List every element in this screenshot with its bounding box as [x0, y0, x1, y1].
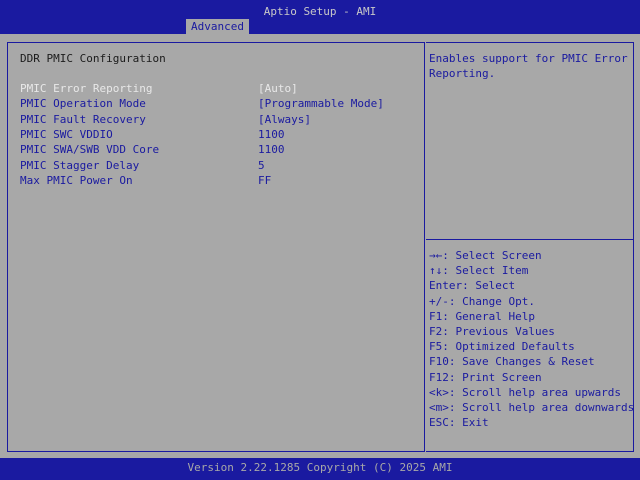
- key-exit: ESC: Exit: [429, 416, 489, 430]
- settings-pane: DDR PMIC Configuration PMIC Error Report…: [7, 42, 425, 452]
- setting-label: PMIC Fault Recovery: [20, 112, 146, 126]
- key-select-item: ↑↓: Select Item: [429, 264, 529, 278]
- key-scroll-up: <k>: Scroll help area upwards: [429, 385, 622, 399]
- setting-pmic-swc-vddio[interactable]: PMIC SWC VDDIO 1100: [20, 127, 420, 142]
- setting-pmic-fault-recovery[interactable]: PMIC Fault Recovery [Always]: [20, 112, 420, 127]
- copyright-text: Version 2.22.1285 Copyright (C) 2025 AMI: [187, 461, 453, 474]
- title-bar: Aptio Setup - AMI Advanced: [0, 0, 640, 34]
- key-change-opt: +/-: Change Opt.: [429, 294, 535, 308]
- setting-label: PMIC Operation Mode: [20, 97, 146, 111]
- window-title: Aptio Setup - AMI: [263, 5, 377, 18]
- setting-label: Max PMIC Power On: [20, 173, 133, 187]
- setting-value[interactable]: [Auto]: [258, 81, 298, 96]
- setting-value[interactable]: 1100: [258, 127, 285, 142]
- tab-advanced[interactable]: Advanced: [186, 19, 249, 34]
- setting-value[interactable]: FF: [258, 173, 271, 188]
- key-optimized-defaults: F5: Optimized Defaults: [429, 340, 575, 354]
- key-enter-select: Enter: Select: [429, 279, 516, 293]
- footer-bar: Version 2.22.1285 Copyright (C) 2025 AMI: [0, 458, 640, 480]
- bios-setup-screen: Aptio Setup - AMI Advanced DDR PMIC Conf…: [0, 0, 640, 480]
- setting-pmic-operation-mode[interactable]: PMIC Operation Mode [Programmable Mode]: [20, 96, 420, 111]
- setting-pmic-swa-swb-vdd-core[interactable]: PMIC SWA/SWB VDD Core 1100: [20, 142, 420, 157]
- setting-max-pmic-power-on[interactable]: Max PMIC Power On FF: [20, 173, 420, 188]
- setting-label: PMIC Error Reporting: [20, 82, 153, 95]
- section-title: DDR PMIC Configuration: [20, 52, 166, 65]
- help-pane: Enables support for PMIC Error Reporting…: [426, 42, 634, 452]
- setting-pmic-stagger-delay[interactable]: PMIC Stagger Delay 5: [20, 158, 420, 173]
- setting-label: PMIC SWC VDDIO: [20, 127, 113, 141]
- help-text: Enables support for PMIC Error Reporting…: [429, 52, 628, 80]
- help-divider: [426, 239, 633, 240]
- setting-label: PMIC Stagger Delay: [20, 158, 140, 172]
- key-select-screen: →←: Select Screen: [429, 249, 542, 262]
- setting-value[interactable]: 5: [258, 158, 265, 173]
- key-previous-values: F2: Previous Values: [429, 324, 555, 338]
- setting-value[interactable]: 1100: [258, 142, 285, 157]
- setting-value[interactable]: [Programmable Mode]: [258, 96, 384, 111]
- key-scroll-down: <m>: Scroll help area downwards: [429, 400, 635, 414]
- setting-label: PMIC SWA/SWB VDD Core: [20, 143, 160, 157]
- key-legend: →←: Select Screen ↑↓: Select Item Enter:…: [429, 248, 634, 430]
- setting-value[interactable]: [Always]: [258, 112, 311, 127]
- key-print-screen: F12: Print Screen: [429, 370, 542, 384]
- setting-pmic-error-reporting[interactable]: PMIC Error Reporting [Auto]: [20, 81, 420, 96]
- key-general-help: F1: General Help: [429, 309, 535, 323]
- key-save-reset: F10: Save Changes & Reset: [429, 355, 595, 369]
- main-area: DDR PMIC Configuration PMIC Error Report…: [0, 34, 640, 458]
